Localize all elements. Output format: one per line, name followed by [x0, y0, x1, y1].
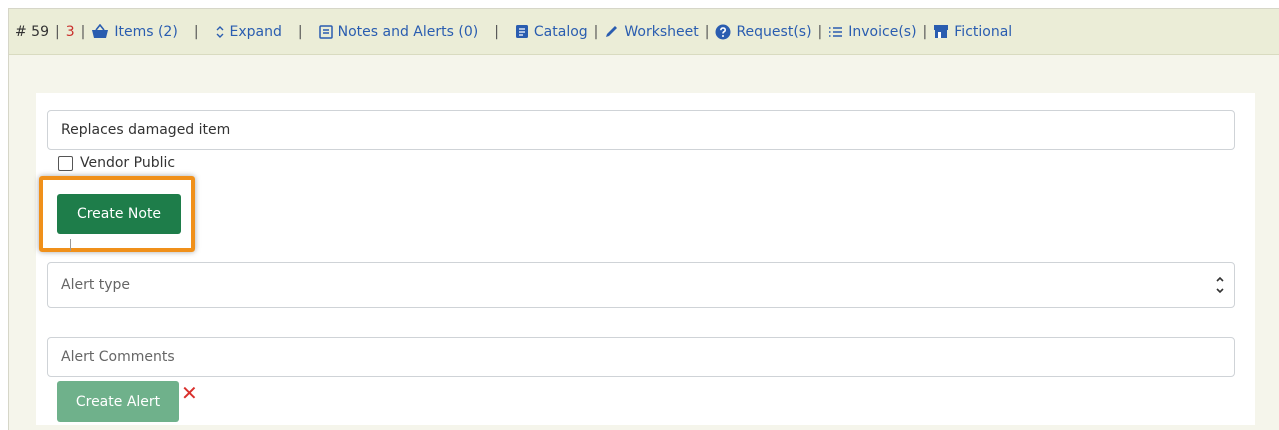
alert-type-select[interactable]: Alert type [47, 262, 1235, 308]
items-label: Items (2) [114, 23, 178, 40]
expand-link[interactable]: Expand [215, 24, 282, 40]
divider-mark [70, 239, 71, 251]
vendor-public-label: Vendor Public [80, 155, 176, 171]
basket-icon [92, 24, 109, 38]
list-icon [829, 26, 843, 37]
remove-alert-icon[interactable]: ✕ [181, 383, 198, 403]
invoices-label: Invoice(s) [848, 23, 917, 40]
store-icon [934, 25, 949, 38]
note-input-value: Replaces damaged item [61, 122, 231, 138]
vendor-public-checkbox[interactable] [58, 155, 73, 171]
items-link[interactable]: Items (2) [91, 23, 178, 40]
alert-comments-input[interactable]: Alert Comments [47, 337, 1235, 377]
select-arrows-icon [1215, 273, 1225, 297]
po-number: # 59 [15, 23, 49, 40]
alert-comments-placeholder: Alert Comments [61, 349, 175, 365]
question-circle-icon [715, 24, 731, 39]
fictional-label: Fictional [954, 23, 1013, 40]
requests-link[interactable]: Request(s) [715, 23, 812, 40]
invoices-link[interactable]: Invoice(s) [828, 23, 917, 40]
chevron-updown-icon [216, 25, 224, 38]
catalog-icon [515, 25, 528, 38]
worksheet-link[interactable]: Worksheet [604, 23, 699, 40]
catalog-label: Catalog [533, 23, 588, 40]
create-note-button[interactable]: Create Note [57, 194, 181, 234]
create-alert-button[interactable]: Create Alert [57, 381, 179, 422]
fictional-link[interactable]: Fictional [933, 24, 1012, 40]
vendor-public-row[interactable]: Vendor Public [58, 155, 175, 171]
app-frame: # 59 | 3 | Items (2) | Expand | Notes an… [8, 8, 1279, 430]
note-input[interactable]: Replaces damaged item [47, 110, 1235, 150]
notes-icon [318, 25, 333, 39]
notes-alerts-link[interactable]: Notes and Alerts (0) [318, 23, 479, 40]
notes-alerts-label: Notes and Alerts (0) [337, 23, 479, 40]
count-badge: 3 [65, 23, 75, 40]
requests-label: Request(s) [736, 23, 812, 40]
catalog-link[interactable]: Catalog [515, 24, 588, 40]
pencil-icon [606, 26, 618, 37]
alert-type-placeholder: Alert type [61, 277, 131, 293]
expand-label: Expand [229, 23, 282, 40]
worksheet-label: Worksheet [624, 23, 699, 40]
notes-alerts-panel: Replaces damaged item Vendor Public Crea… [36, 93, 1255, 425]
toolbar: # 59 | 3 | Items (2) | Expand | Notes an… [9, 9, 1279, 55]
